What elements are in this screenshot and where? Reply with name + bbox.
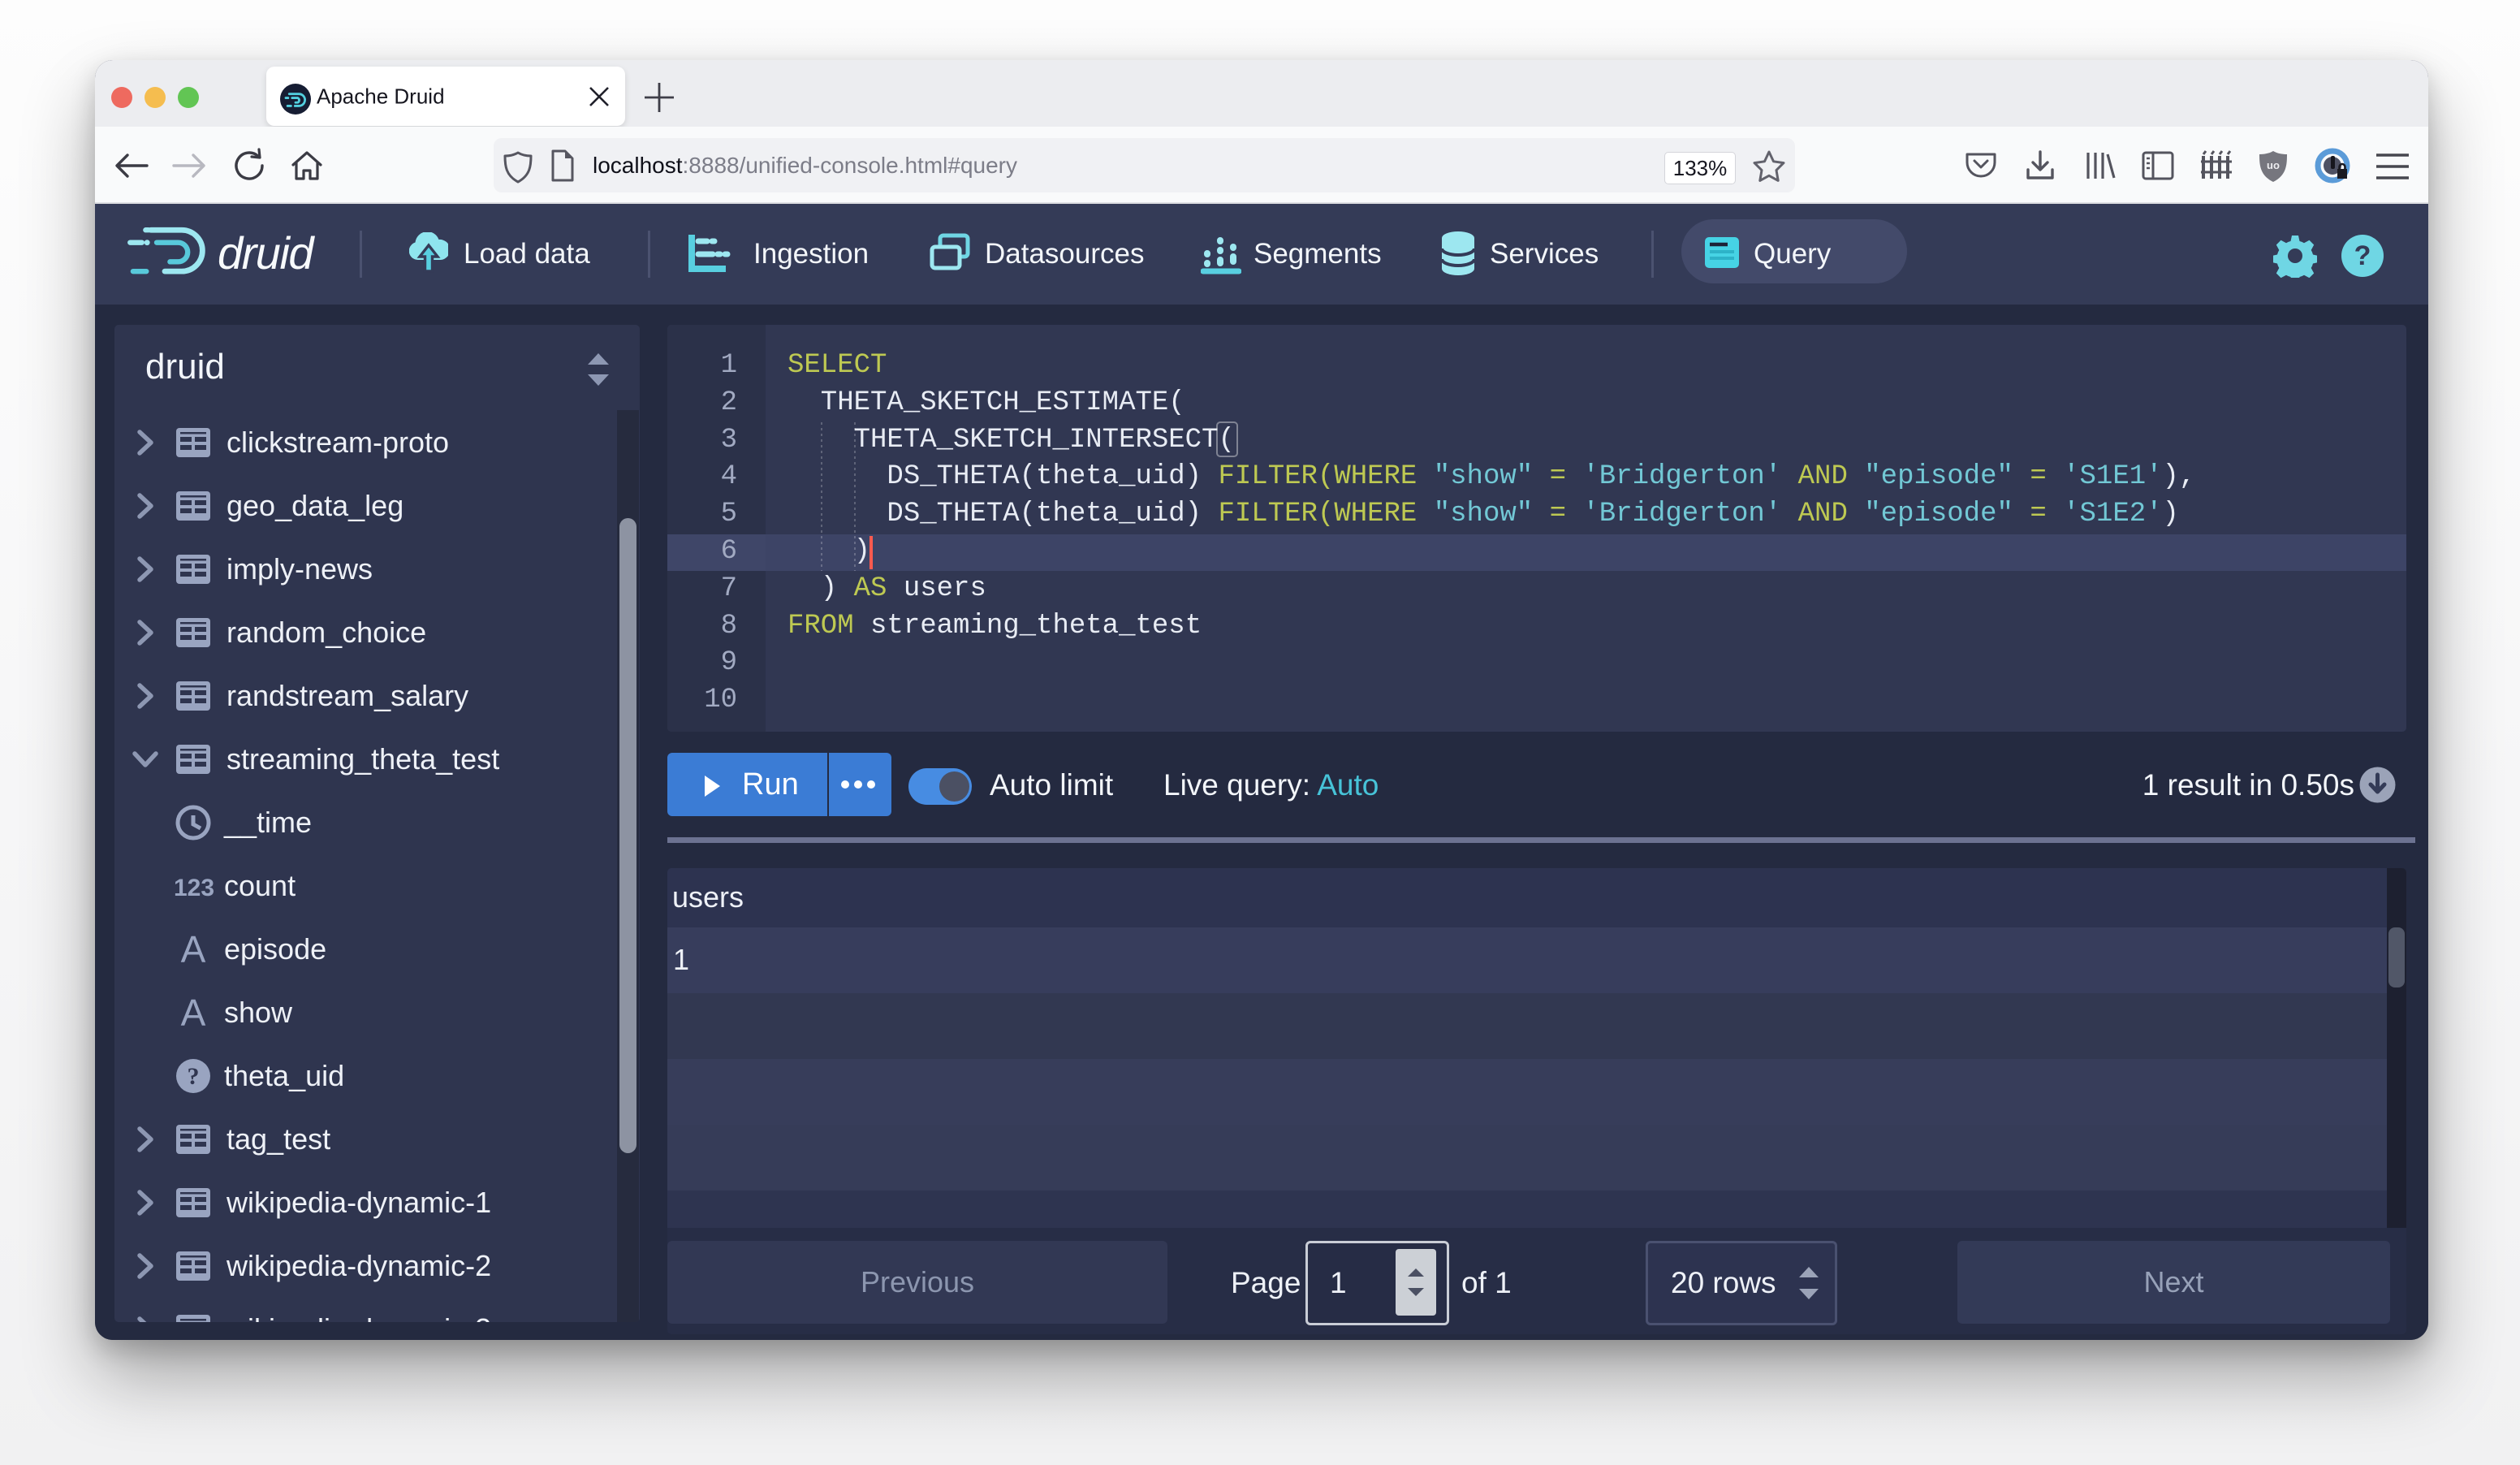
svg-text:?: ? <box>2354 240 2371 271</box>
svg-text:uo: uo <box>2267 159 2280 171</box>
svg-text:123: 123 <box>174 875 214 901</box>
svg-text:A: A <box>181 928 206 970</box>
svg-text:A: A <box>181 992 206 1034</box>
